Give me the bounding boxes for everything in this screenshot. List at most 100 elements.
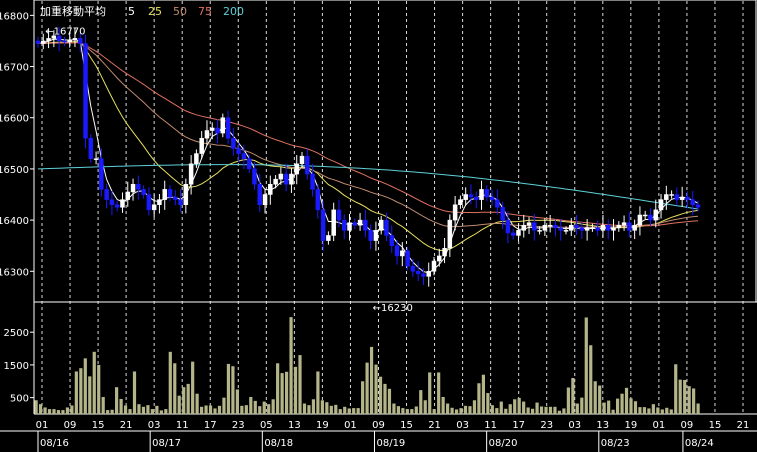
candlesticks [35,27,701,287]
candle-body [83,43,88,139]
volume-bar [186,383,190,414]
candle-body [627,222,632,231]
volume-bar [495,408,499,414]
volume-bar [298,355,302,414]
candle-body [125,191,131,200]
candle-body [695,204,701,208]
candle-body [405,250,410,267]
price-tick-label: 16300 [0,267,29,278]
volume-bar [602,402,606,414]
stock-chart: 1680016700166001650016400163002500150050… [0,0,757,452]
volume-bar [615,398,620,414]
time-tick-label: 19 [316,420,329,431]
time-tick-label: 05 [260,420,273,431]
candle-body [664,194,669,200]
volume-bar [504,408,508,414]
candle-body [183,184,189,205]
ma-line-75 [37,42,699,227]
volume-bar [441,396,445,414]
legend-item-200: 200 [223,5,244,18]
volume-bar [562,408,566,414]
candle-body [637,214,643,226]
candle-body [120,199,125,208]
volume-bar [83,358,87,414]
time-tick-label: 03 [148,420,161,431]
candle-body [46,38,51,42]
candle-body [273,178,278,185]
volume-bar [191,361,195,414]
candle-body [352,222,358,226]
candle-body [473,196,479,200]
candle-body [199,137,204,154]
time-tick-label: 13 [288,420,301,431]
volume-bar [208,405,213,414]
candle-body [305,155,310,175]
volume-bar [244,405,248,414]
volume-tick-label: 500 [10,394,29,405]
time-tick-label: 01 [344,420,357,431]
volume-bar [454,409,459,414]
candle-body [99,158,104,190]
candle-body [510,232,516,236]
volume-bar [141,406,146,414]
candle-body [590,227,595,230]
volume-bar [378,376,383,414]
time-tick-label: 01 [653,420,666,431]
candle-body [685,196,690,200]
volume-bar [401,408,405,414]
candle-body [77,38,83,44]
volume-bar [284,371,289,414]
volume-bar [553,406,557,414]
candle-body [389,235,395,246]
volume-bar [262,401,266,414]
volume-bar [446,403,450,414]
volume-bar [544,406,548,414]
date-label: 08/18 [264,438,293,449]
candle-body [215,127,220,134]
volume-bar [132,371,137,414]
price-tick-label: 16500 [0,165,29,176]
candle-body [231,137,236,149]
volume-bar [289,317,293,414]
volume-bar [356,408,360,414]
volume-bar [477,383,481,414]
volume-bar [177,395,181,414]
candle-body [558,227,563,231]
candle-body [489,196,495,200]
time-tick-label: 09 [372,420,385,431]
candle-body [378,219,384,231]
price-annotation: ←16770 [45,27,85,38]
volume-bar [383,383,387,414]
candle-body [310,173,315,190]
candle-body [241,153,247,159]
candle-body [341,219,347,231]
candle-body [220,117,226,134]
volume-bar [660,409,664,414]
volume-bar [535,402,539,414]
candle-body [484,189,490,198]
candle-body [658,199,664,211]
candle-body [93,158,99,160]
time-tick-label: 17 [204,420,217,431]
volume-bar [43,407,47,414]
candle-body [632,224,637,231]
candle-body [431,260,437,272]
candle-body [336,209,342,221]
volume-bar [486,393,490,414]
time-tick-label: 23 [232,420,245,431]
volume-bar [302,403,307,414]
candle-body [257,184,263,205]
volume-bar [638,407,642,414]
time-tick-label: 09 [681,420,694,431]
candle-body [114,204,120,208]
candle-body [72,38,78,41]
volume-bar [338,409,342,414]
candle-body [479,189,484,200]
date-label: 08/24 [685,438,714,449]
volume-bar [258,406,262,414]
candle-body [600,224,606,231]
candle-body [167,189,173,198]
candle-body [468,194,474,198]
volume-bar [106,410,110,414]
volume-bar [253,400,257,414]
